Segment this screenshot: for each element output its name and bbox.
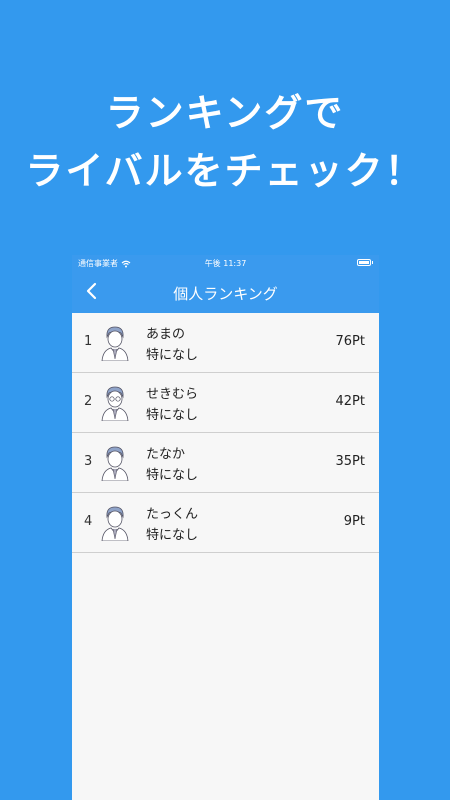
ranking-list: 1 あまの 特になし 76Pt 2 せきむら 特になし 42Pt 3 たなか 特… (72, 313, 379, 553)
battery-icon (357, 259, 373, 266)
promo-headline-line1: ランキングで (105, 91, 345, 135)
user-status: 特になし (146, 468, 199, 483)
user-status: 特になし (146, 528, 199, 543)
user-status: 特になし (146, 348, 199, 363)
rank-number: 2 (84, 394, 93, 409)
user-points: 9Pt (343, 514, 365, 529)
user-points: 35Pt (335, 454, 365, 469)
rank-number: 1 (84, 334, 93, 349)
user-name: せきむら (146, 387, 199, 402)
ranking-row-3[interactable]: 3 たなか 特になし 35Pt (72, 433, 379, 493)
user-name: たっくん (146, 507, 199, 522)
nav-bar: 個人ランキング (72, 271, 379, 313)
ranking-row-4[interactable]: 4 たっくん 特になし 9Pt (72, 493, 379, 553)
page-title: 個人ランキング (173, 285, 278, 303)
user-points: 42Pt (335, 394, 365, 409)
app-screen: 通信事業者 午後 11:37 個人ランキング 1 あまの 特になし 76Pt 2… (72, 255, 379, 800)
user-name: あまの (146, 327, 186, 342)
rank-number: 4 (84, 514, 93, 529)
user-avatar-icon (101, 506, 129, 541)
user-status: 特になし (146, 408, 199, 423)
user-avatar-icon (101, 326, 129, 361)
status-time: 午後 11:37 (204, 259, 247, 268)
promo-headline-line2: ライバルをチェック！ (25, 149, 425, 193)
ranking-row-1[interactable]: 1 あまの 特になし 76Pt (72, 313, 379, 373)
user-name: たなか (146, 447, 186, 462)
user-avatar-icon (101, 446, 129, 481)
user-points: 76Pt (335, 334, 365, 349)
status-bar: 通信事業者 午後 11:37 (72, 255, 379, 271)
rank-number: 3 (84, 454, 93, 469)
ranking-row-2[interactable]: 2 せきむら 特になし 42Pt (72, 373, 379, 433)
user-avatar-icon (101, 386, 129, 421)
